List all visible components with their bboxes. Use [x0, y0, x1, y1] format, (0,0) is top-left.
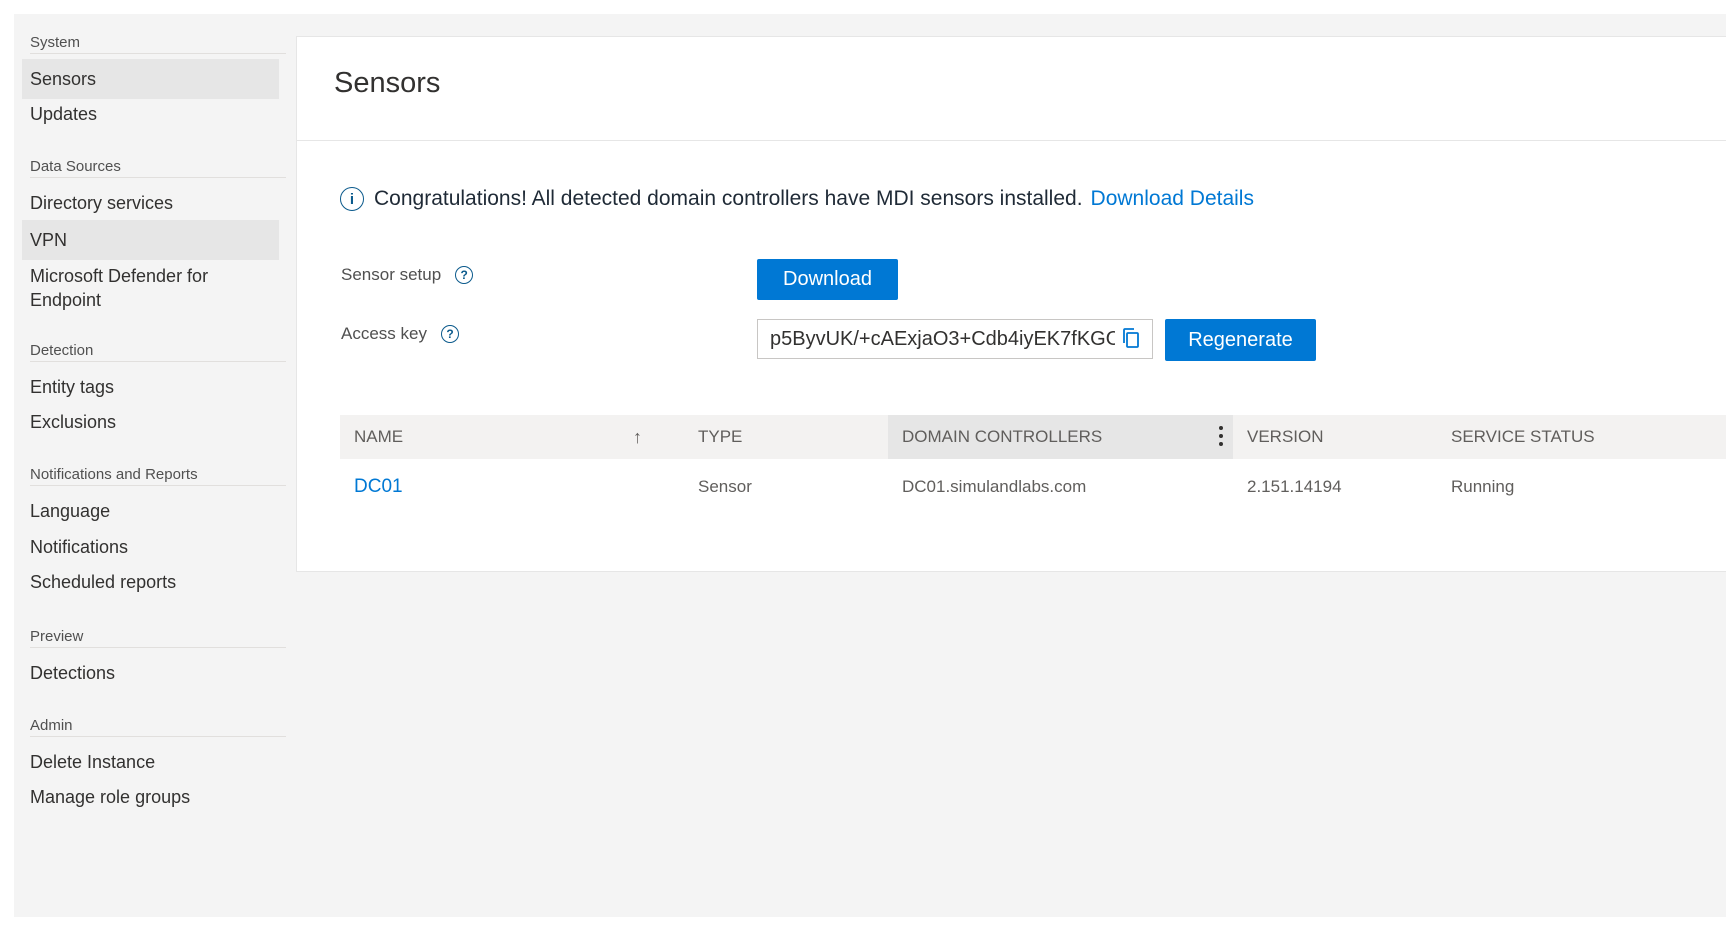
sidebar-item-detections[interactable]: Detections — [22, 653, 279, 693]
sidebar-item-delete-instance[interactable]: Delete Instance — [22, 742, 279, 782]
sidebar-heading-admin: Admin — [30, 717, 286, 737]
sidebar-item-notifications[interactable]: Notifications — [22, 527, 279, 567]
column-header-version[interactable]: VERSION — [1247, 415, 1324, 459]
column-options-icon[interactable] — [1218, 424, 1224, 450]
sensors-panel: Sensors i Congratulations! All detected … — [296, 36, 1726, 572]
sensor-type: Sensor — [698, 477, 752, 496]
sidebar-heading-detection: Detection — [30, 342, 286, 362]
column-header-name[interactable]: NAME — [354, 415, 403, 459]
sidebar-item-language[interactable]: Language — [22, 491, 279, 531]
sidebar-item-vpn[interactable]: VPN — [22, 220, 279, 260]
app-window: System Sensors Updates Data Sources Dire… — [14, 14, 1726, 917]
sidebar-item-updates[interactable]: Updates — [22, 94, 279, 134]
download-details-link[interactable]: Download Details — [1091, 187, 1254, 211]
column-header-service-status[interactable]: SERVICE STATUS — [1451, 415, 1595, 459]
sidebar-item-directory-services[interactable]: Directory services — [22, 183, 279, 223]
sensor-version: 2.151.14194 — [1247, 477, 1342, 496]
sensor-setup-label: Sensor setup — [341, 265, 442, 284]
sidebar-item-manage-role-groups[interactable]: Manage role groups — [22, 777, 279, 817]
sensors-table-header: NAME ↑ TYPE DOMAIN CONTROLLERS VERSION S… — [340, 415, 1726, 459]
access-key-input[interactable] — [770, 327, 1115, 351]
sensor-domain-controller: DC01.simulandlabs.com — [902, 477, 1087, 496]
sidebar-item-exclusions[interactable]: Exclusions — [22, 402, 279, 442]
sidebar-item-scheduled-reports[interactable]: Scheduled reports — [22, 562, 279, 602]
success-banner: i Congratulations! All detected domain c… — [340, 187, 1254, 211]
access-key-label: Access key — [341, 324, 427, 343]
regenerate-button[interactable]: Regenerate — [1165, 319, 1316, 361]
sensor-service-status: Running — [1451, 477, 1515, 496]
sidebar-heading-preview: Preview — [30, 628, 286, 648]
sidebar-heading-system: System — [30, 34, 286, 54]
download-button[interactable]: Download — [757, 259, 898, 300]
settings-sidebar: System Sensors Updates Data Sources Dire… — [14, 14, 286, 917]
sidebar-heading-data-sources: Data Sources — [30, 158, 286, 178]
info-icon: i — [340, 187, 364, 211]
sidebar-item-defender-for-endpoint[interactable]: Microsoft Defender for Endpoint — [22, 261, 279, 313]
access-key-field — [757, 319, 1153, 359]
access-key-row-label: Access key ? — [341, 324, 459, 344]
sidebar-heading-notifications-reports: Notifications and Reports — [30, 466, 286, 486]
sidebar-item-entity-tags[interactable]: Entity tags — [22, 367, 279, 407]
column-header-domain-controllers[interactable]: DOMAIN CONTROLLERS — [888, 415, 1233, 459]
page-title: Sensors — [334, 67, 441, 99]
sensor-setup-help-icon[interactable]: ? — [455, 266, 474, 284]
title-divider — [297, 140, 1726, 141]
banner-message: Congratulations! All detected domain con… — [374, 187, 1083, 210]
column-header-type[interactable]: TYPE — [698, 415, 742, 459]
sensor-name-link[interactable]: DC01 — [354, 461, 403, 513]
sort-ascending-icon[interactable]: ↑ — [633, 415, 642, 459]
sensor-setup-row-label: Sensor setup ? — [341, 265, 474, 285]
sidebar-item-sensors[interactable]: Sensors — [22, 59, 279, 99]
access-key-help-icon[interactable]: ? — [440, 325, 459, 343]
copy-icon[interactable] — [1121, 327, 1143, 351]
table-row: DC01 Sensor DC01.simulandlabs.com 2.151.… — [340, 461, 1726, 513]
